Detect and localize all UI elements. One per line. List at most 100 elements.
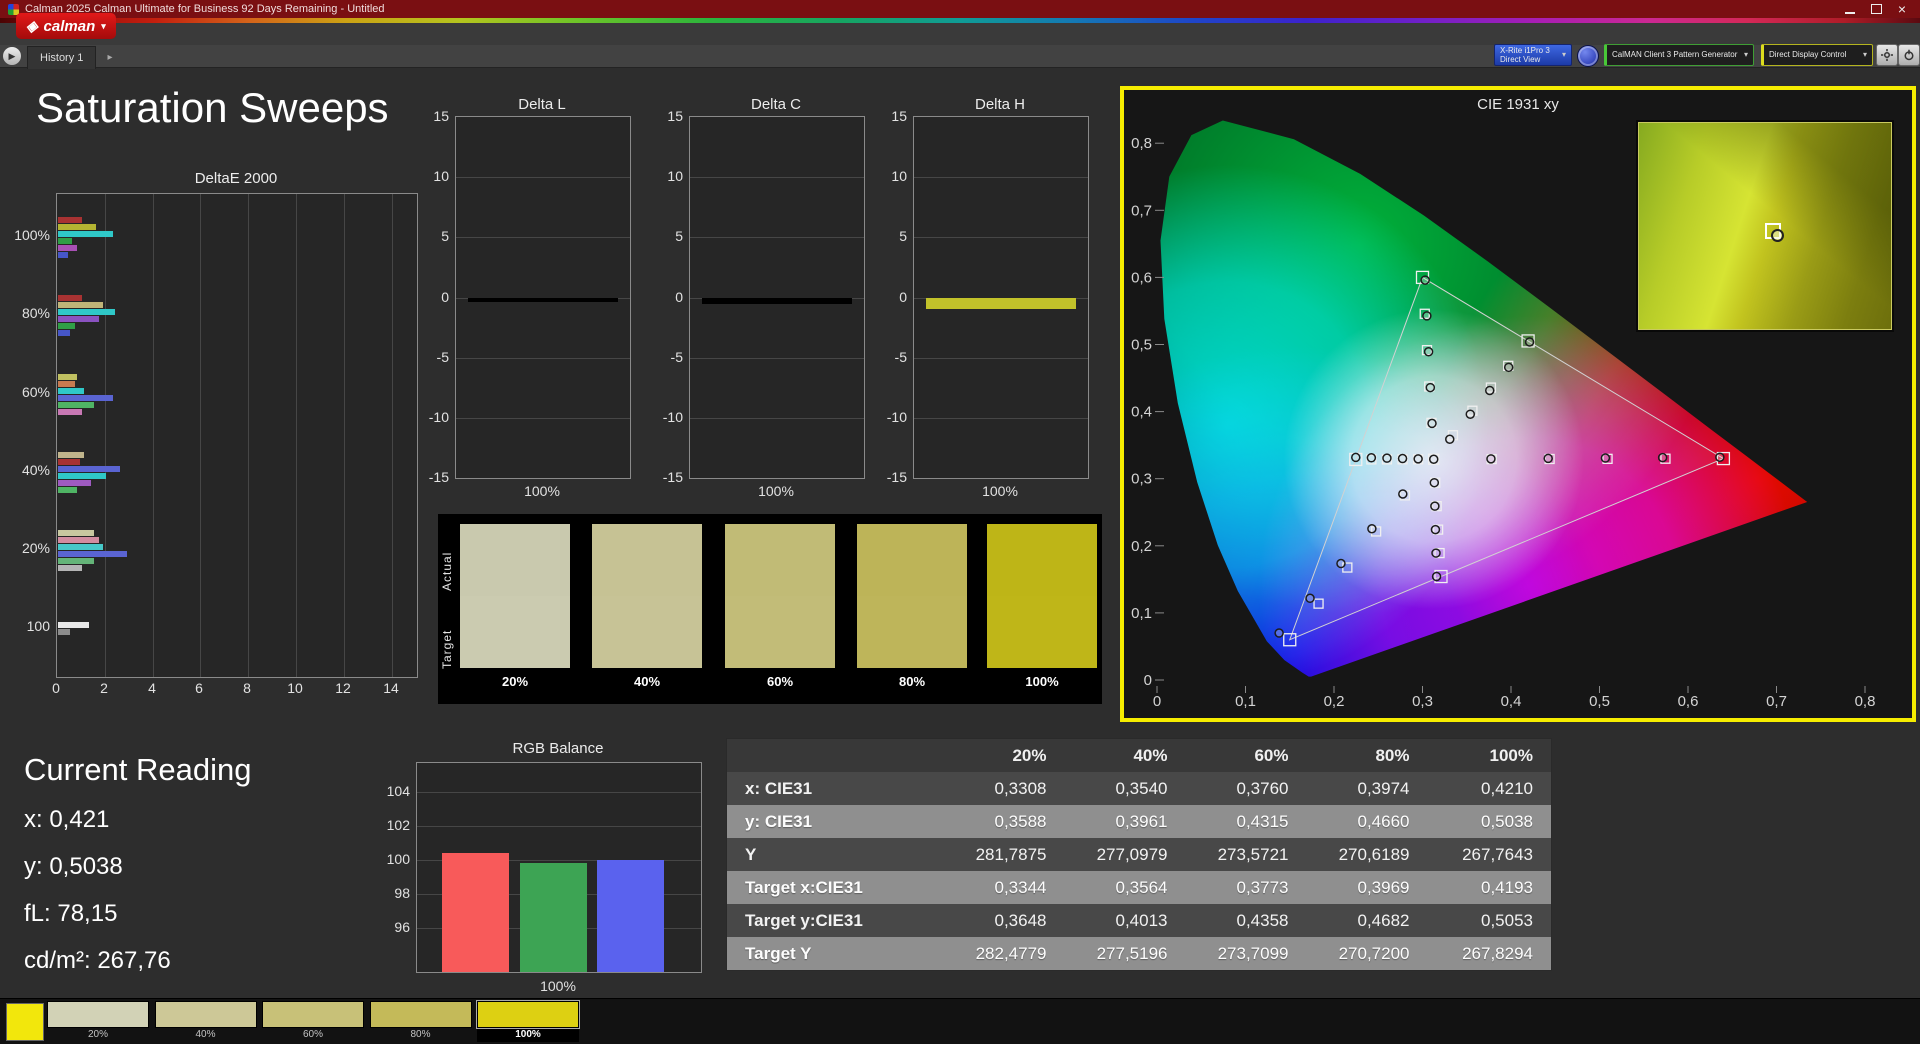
pattern-generator-button[interactable]: CalMAN Client 3 Pattern Generator ▾	[1604, 44, 1754, 66]
axis-tick-label: -10	[428, 409, 449, 425]
calman-app-window: Calman 2025 Calman Ultimate for Business…	[0, 0, 1920, 1044]
measured-point	[1367, 524, 1377, 534]
chevron-down-icon: ▾	[1743, 50, 1748, 60]
axis-tick-label: 12	[335, 680, 351, 696]
svg-text:0,5: 0,5	[1131, 337, 1152, 354]
table-cell: 0,3308	[943, 772, 1065, 805]
swatch-label: 60%	[766, 674, 794, 689]
measured-point	[1429, 477, 1440, 488]
display-control-button[interactable]: Direct Display Control ▾	[1761, 44, 1873, 66]
axis-tick-label: 5	[441, 228, 449, 244]
category-label: 100%	[14, 227, 50, 243]
delta-e-bar	[58, 480, 91, 486]
chevron-down-icon: ▾	[1862, 50, 1867, 60]
measured-point	[1427, 418, 1437, 429]
tab-history-1[interactable]: History 1	[27, 46, 97, 69]
chevron-down-icon: ▾	[101, 20, 106, 31]
delta-e-bar	[58, 224, 96, 230]
results-table: 20% 40% 60% 80% 100% x: CIE31 0,3308 0,3540 0,37…	[726, 738, 1552, 971]
gridline	[914, 237, 1088, 238]
table-cell: 0,4682	[1306, 904, 1428, 937]
swatch-color	[47, 1001, 149, 1028]
saturation-level-button-80%[interactable]: 80%	[369, 1001, 472, 1041]
axis-tick-label: 0	[899, 289, 907, 305]
axis-tick-label: -10	[886, 409, 907, 425]
current-reading-title: Current Reading	[24, 752, 252, 787]
measured-point	[1274, 628, 1284, 638]
gridline	[456, 177, 630, 178]
settings-button[interactable]	[1876, 44, 1898, 66]
table-cell: 0,3564	[1064, 871, 1186, 904]
delta-e-bar	[58, 238, 72, 244]
svg-text:0,2: 0,2	[1324, 693, 1345, 710]
saturation-level-button-60%[interactable]: 60%	[262, 1001, 364, 1041]
rgb-bar-blue	[597, 860, 664, 972]
saturation-swatch-60%	[725, 524, 835, 668]
saturation-level-button-100%[interactable]: 100%	[476, 1000, 580, 1042]
table-cell: 0,3760	[1185, 772, 1307, 805]
power-button[interactable]	[1898, 44, 1920, 66]
minimize-button[interactable]	[1844, 11, 1855, 14]
calman-menu-button[interactable]: ◈ calman ▾	[16, 13, 116, 39]
axis-label: 100%	[524, 483, 560, 499]
cie-1931-chart: CIE 1931 xy 0 0,1 0,2 0,3 0,4 0,5 0,6 0,7 0,8 0 0,…	[1120, 86, 1916, 722]
table-cell: 273,5721	[1185, 838, 1307, 871]
swatch-label: 100%	[477, 1028, 579, 1042]
delta-e-bar	[58, 252, 68, 258]
axis-tick-label: 5	[675, 228, 683, 244]
svg-text:0,8: 0,8	[1131, 135, 1152, 152]
window-titlebar: Calman 2025 Calman Ultimate for Business…	[0, 0, 1920, 18]
saturation-level-button-40%[interactable]: 40%	[154, 1001, 257, 1041]
gridline	[105, 194, 106, 677]
saturation-level-button-20%[interactable]: 20%	[47, 1001, 149, 1041]
maximize-button[interactable]	[1870, 4, 1882, 14]
saturation-swatch-80%	[857, 524, 967, 668]
measured-point	[1382, 453, 1392, 463]
meter-select-button[interactable]: X-Rite i1Pro 3 Direct View ▾	[1494, 44, 1572, 66]
gridline	[690, 237, 864, 238]
table-row: Target Y 282,4779 277,5196 273,7099 270,7200…	[726, 937, 1552, 971]
measured-point	[1486, 454, 1496, 464]
panel-expand-button[interactable]: ▶	[3, 47, 21, 65]
delta-e-bar	[58, 409, 82, 415]
measured-point	[1503, 362, 1514, 373]
measured-point	[1420, 275, 1430, 285]
axis-tick-label: 4	[148, 680, 156, 696]
svg-text:0,8: 0,8	[1855, 693, 1876, 710]
saturation-swatch-20%	[460, 524, 570, 668]
close-button[interactable]: ×	[1898, 2, 1906, 16]
delta-e-bar	[58, 452, 84, 458]
delta-e-bar	[58, 302, 103, 308]
table-row: Target x:CIE31 0,3344 0,3564 0,3773 0,3969 0,…	[726, 871, 1552, 904]
measured-point	[1445, 434, 1455, 444]
table-cell: 270,6189	[1306, 838, 1428, 871]
svg-text:0,6: 0,6	[1131, 269, 1152, 286]
delta-e-bar	[58, 537, 99, 543]
axis-tick-label: 10	[667, 168, 683, 184]
delta-e-bar	[58, 323, 75, 329]
delta-e-bar	[58, 551, 127, 557]
delta-e-bar	[58, 402, 94, 408]
swatch-label: 20%	[501, 674, 529, 689]
page-title: Saturation Sweeps	[36, 84, 389, 131]
delta-e-bar	[58, 374, 77, 380]
swatch-color	[369, 1001, 472, 1028]
measured-point	[1430, 501, 1440, 511]
measured-point	[1336, 558, 1346, 569]
axis-tick-label: 15	[667, 108, 683, 124]
table-cell: 277,0979	[1064, 838, 1186, 871]
table-cell: 0,4358	[1185, 904, 1307, 937]
axis-tick-label: 104	[386, 783, 410, 799]
table-cell: 267,7643	[1427, 838, 1552, 871]
toolbar	[0, 23, 1920, 45]
delta_h-plot	[913, 116, 1089, 479]
table-corner	[726, 738, 944, 772]
meter-status-icon[interactable]	[1577, 45, 1599, 67]
tab-scroll-button[interactable]: ▸	[103, 50, 117, 64]
gridline	[690, 358, 864, 359]
delta-e-bar	[58, 530, 94, 536]
axis-tick-label: 15	[433, 108, 449, 124]
svg-text:0: 0	[1153, 693, 1161, 710]
axis-tick-label: 2	[100, 680, 108, 696]
table-cell: 0,4193	[1427, 871, 1552, 904]
